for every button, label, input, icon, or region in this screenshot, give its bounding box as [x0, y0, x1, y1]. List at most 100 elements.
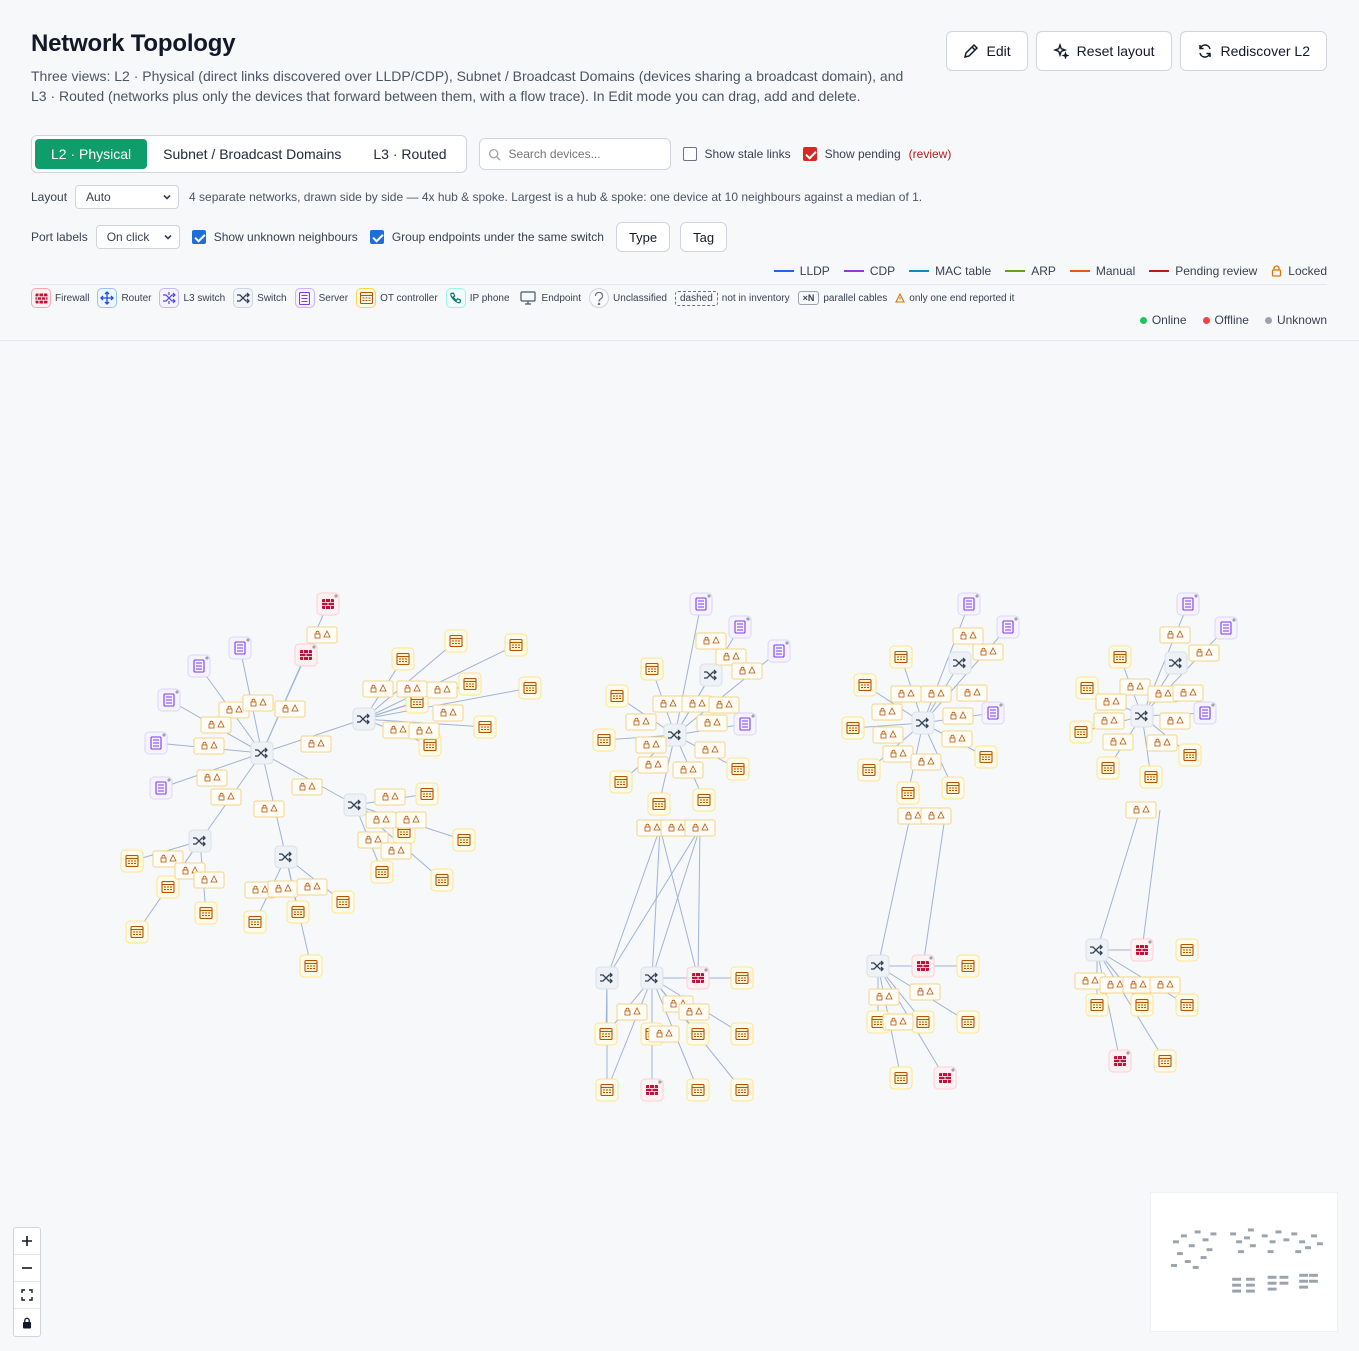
endpoint-group-badge[interactable] [956, 684, 988, 702]
ot-controller-node[interactable] [889, 1066, 913, 1090]
ot-controller-node[interactable] [911, 1010, 935, 1034]
ot-controller-node[interactable] [1085, 993, 1109, 1017]
endpoint-group-badge[interactable] [1159, 712, 1191, 730]
ot-controller-node[interactable] [647, 792, 671, 816]
ot-controller-node[interactable] [956, 1010, 980, 1034]
server-node[interactable] [1214, 616, 1238, 640]
endpoint-group-badge[interactable] [909, 983, 941, 1001]
link[interactable] [606, 827, 661, 979]
endpoint-group-badge[interactable] [1119, 678, 1151, 696]
server-node[interactable] [1193, 701, 1217, 725]
endpoint-group-badge[interactable] [694, 741, 726, 759]
endpoint-group-badge[interactable] [395, 811, 427, 829]
endpoint-group-badge[interactable] [1149, 976, 1181, 994]
switch-node[interactable] [911, 711, 935, 735]
link[interactable] [697, 827, 701, 979]
ot-controller-node[interactable] [609, 770, 633, 794]
firewall-node[interactable] [294, 643, 318, 667]
server-node[interactable] [187, 654, 211, 678]
switch-node[interactable] [343, 793, 367, 817]
endpoint-group-badge[interactable] [362, 680, 394, 698]
switch-node[interactable] [948, 651, 972, 675]
ot-controller-node[interactable] [452, 828, 476, 852]
endpoint-group-badge[interactable] [616, 1003, 648, 1021]
group-endpoints-toggle[interactable]: Group endpoints under the same switch [369, 230, 604, 244]
endpoint-group-badge[interactable] [871, 703, 903, 721]
ot-controller-node[interactable] [730, 966, 754, 990]
endpoint-group-badge[interactable] [396, 680, 428, 698]
ot-controller-node[interactable] [1153, 1049, 1177, 1073]
endpoint-group-badge[interactable] [300, 735, 332, 753]
show-pending-toggle[interactable]: Show pending (review) [802, 147, 952, 161]
review-link[interactable]: (review) [909, 147, 952, 161]
link[interactable] [1096, 809, 1141, 951]
ot-controller-node[interactable] [605, 684, 629, 708]
ot-controller-node[interactable] [889, 645, 913, 669]
ot-controller-node[interactable] [504, 633, 528, 657]
ot-controller-node[interactable] [853, 673, 877, 697]
ot-controller-node[interactable] [125, 920, 149, 944]
server-node[interactable] [981, 701, 1005, 725]
ot-controller-node[interactable] [1175, 938, 1199, 962]
endpoint-group-badge[interactable] [920, 807, 952, 825]
search-input[interactable] [506, 146, 657, 162]
firewall-node[interactable] [1130, 938, 1154, 962]
switch-node[interactable] [250, 741, 274, 765]
endpoint-group-badge[interactable] [1159, 626, 1191, 644]
ot-controller-node[interactable] [1075, 676, 1099, 700]
ot-controller-node[interactable] [370, 860, 394, 884]
switch-node[interactable] [1085, 938, 1109, 962]
endpoint-group-badge[interactable] [253, 800, 285, 818]
zoom-out-button[interactable] [14, 1255, 40, 1282]
link[interactable] [877, 816, 911, 967]
endpoint-group-badge[interactable] [210, 788, 242, 806]
show-stale-toggle[interactable]: Show stale links [682, 147, 791, 161]
endpoint-group-badge[interactable] [1125, 801, 1157, 819]
link[interactable] [922, 816, 946, 967]
endpoint-group-badge[interactable] [1102, 733, 1134, 751]
endpoint-group-badge[interactable] [291, 778, 323, 796]
endpoint-group-badge[interactable] [942, 707, 974, 725]
server-node[interactable] [157, 688, 181, 712]
ot-controller-node[interactable] [1175, 993, 1199, 1017]
endpoint-group-badge[interactable] [267, 880, 299, 898]
ot-controller-node[interactable] [120, 849, 144, 873]
endpoint-group-badge[interactable] [193, 737, 225, 755]
switch-node[interactable] [188, 829, 212, 853]
ot-controller-node[interactable] [730, 1078, 754, 1102]
endpoint-group-badge[interactable] [374, 788, 406, 806]
ot-controller-node[interactable] [331, 890, 355, 914]
rediscover-button[interactable]: Rediscover L2 [1179, 31, 1327, 71]
endpoint-group-badge[interactable] [432, 704, 464, 722]
firewall-node[interactable] [1108, 1049, 1132, 1073]
endpoint-group-badge[interactable] [972, 643, 1004, 661]
endpoint-group-badge[interactable] [920, 685, 952, 703]
firewall-node[interactable] [911, 954, 935, 978]
endpoint-group-badge[interactable] [1122, 976, 1154, 994]
ot-controller-node[interactable] [391, 647, 415, 671]
show-pending-checkbox[interactable] [802, 147, 817, 161]
ot-controller-node[interactable] [286, 900, 310, 924]
zoom-in-button[interactable] [14, 1228, 40, 1255]
endpoint-group-badge[interactable] [426, 681, 458, 699]
endpoint-group-badge[interactable] [882, 1013, 914, 1031]
fit-view-button[interactable] [14, 1282, 40, 1309]
ot-controller-node[interactable] [1096, 756, 1120, 780]
endpoint-group-badge[interactable] [408, 722, 440, 740]
endpoint-group-badge[interactable] [731, 662, 763, 680]
firewall-node[interactable] [933, 1066, 957, 1090]
unknown-neighbours-toggle[interactable]: Show unknown neighbours [191, 230, 358, 244]
ot-controller-node[interactable] [686, 1022, 710, 1046]
switch-node[interactable] [274, 845, 298, 869]
ot-controller-node[interactable] [1139, 765, 1163, 789]
ot-controller-node[interactable] [156, 875, 180, 899]
server-node[interactable] [996, 615, 1020, 639]
endpoint-group-badge[interactable] [196, 769, 228, 787]
minimap[interactable] [1150, 1192, 1338, 1332]
endpoint-group-badge[interactable] [296, 878, 328, 896]
ot-controller-node[interactable] [592, 728, 616, 752]
type-button[interactable]: Type [615, 222, 671, 252]
endpoint-group-badge[interactable] [200, 716, 232, 734]
endpoint-group-badge[interactable] [872, 726, 904, 744]
endpoint-group-badge[interactable] [910, 753, 942, 771]
